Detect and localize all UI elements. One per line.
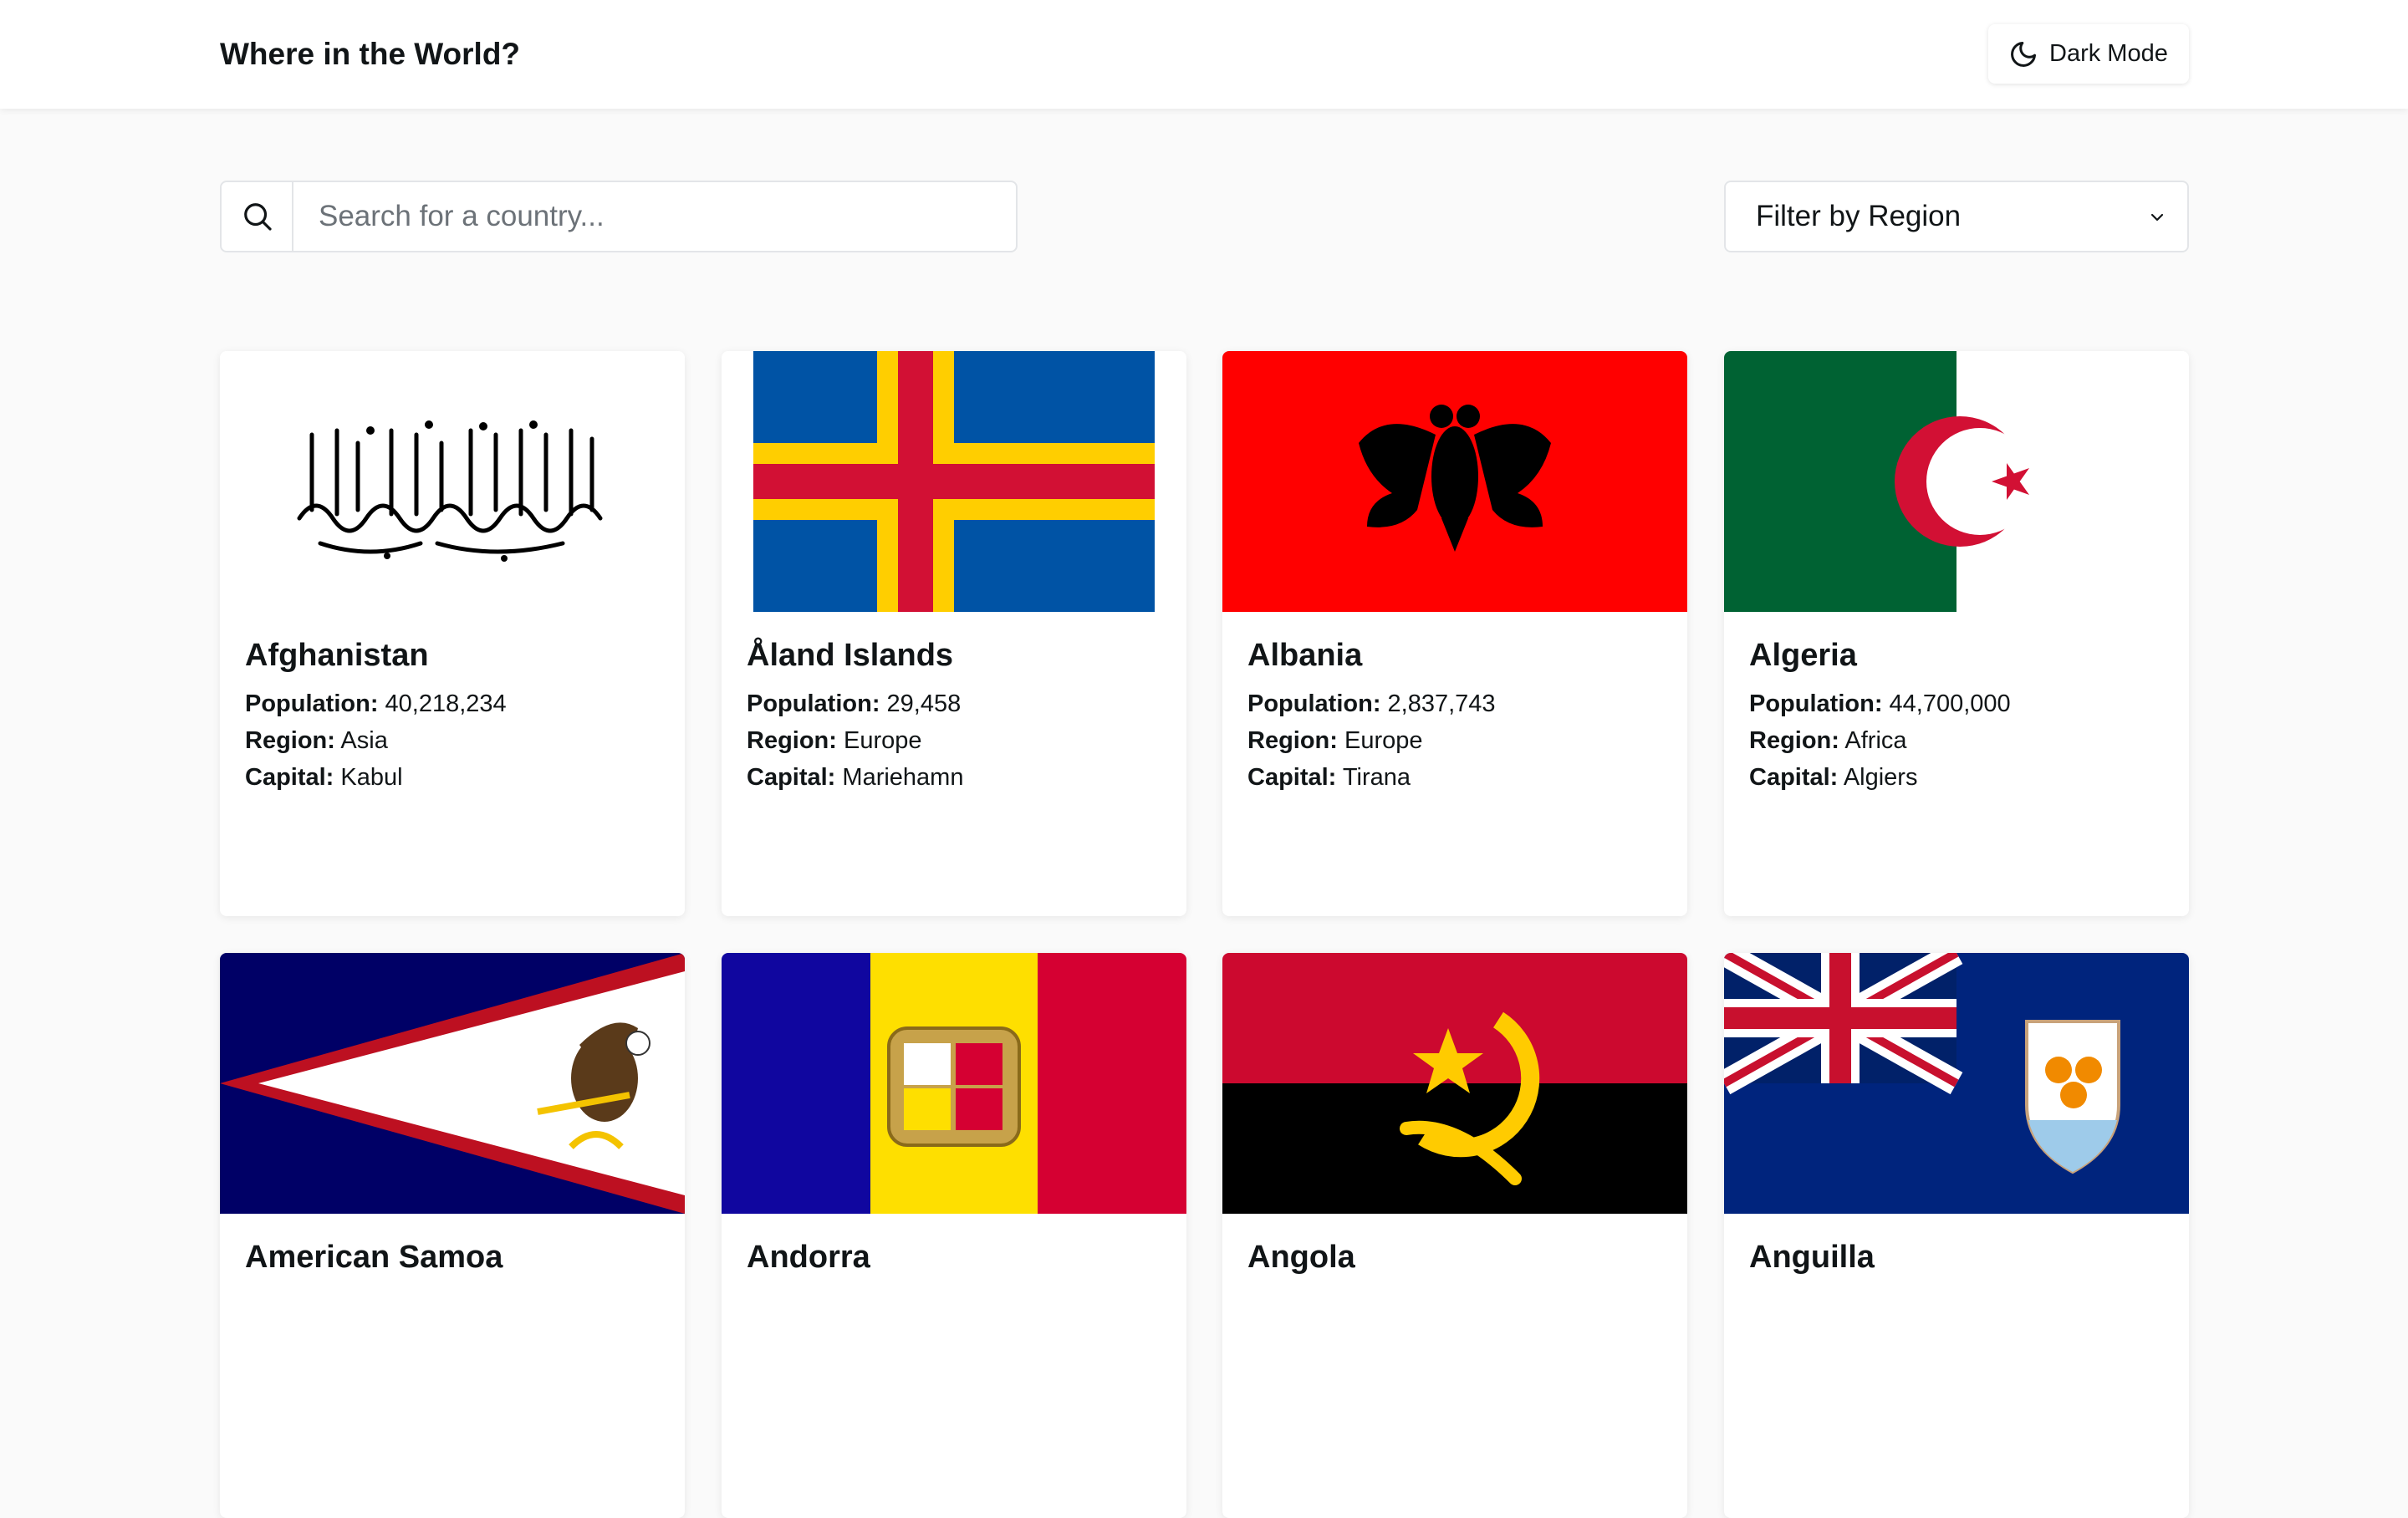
country-card-american-samoa[interactable]: American Samoa — [220, 953, 685, 1518]
country-name: Afghanistan — [245, 638, 429, 673]
population-row: Population: 2,837,743 — [1247, 685, 1496, 722]
capital-label: Capital: — [1749, 764, 1839, 791]
country-name: Angola — [1247, 1240, 1355, 1275]
algeria-flag-icon — [1724, 351, 2189, 612]
search-icon — [244, 203, 272, 231]
population-row: Population: 44,700,000 — [1749, 685, 2011, 722]
chevron-down-icon — [2150, 213, 2164, 222]
country-name: Åland Islands — [747, 638, 954, 673]
country-card-aland-islands[interactable]: Åland Islands Population: 29,458 Region:… — [722, 351, 1186, 916]
american-samoa-flag-icon — [220, 953, 685, 1214]
region-label: Region: — [245, 727, 335, 754]
albania-flag-icon — [1222, 351, 1687, 612]
country-card-afghanistan[interactable]: Afghanistan Population: 40,218,234 Regio… — [220, 351, 685, 916]
region-filter-label: Filter by Region — [1756, 200, 1962, 232]
region-value: Europe — [844, 727, 922, 754]
andorra-flag-icon — [722, 953, 1186, 1214]
country-name: Albania — [1247, 638, 1363, 673]
capital-row: Capital: Algiers — [1749, 759, 1917, 796]
capital-label: Capital: — [245, 764, 334, 791]
population-value: 44,700,000 — [1889, 690, 2011, 717]
region-row: Region: Africa — [1749, 722, 1907, 759]
population-value: 40,218,234 — [385, 690, 507, 717]
region-value: Africa — [1844, 727, 1907, 754]
population-value: 2,837,743 — [1387, 690, 1496, 717]
capital-row: Capital: Mariehamn — [747, 759, 963, 796]
country-name: Algeria — [1749, 638, 1857, 673]
region-label: Region: — [1749, 727, 1839, 754]
search-input[interactable] — [295, 182, 1014, 251]
capital-row: Capital: Tirana — [1247, 759, 1411, 796]
country-card-angola[interactable]: Angola — [1222, 953, 1687, 1518]
search-box — [220, 181, 1018, 252]
country-name: American Samoa — [245, 1240, 503, 1275]
moon-icon — [2011, 42, 2036, 67]
country-card-anguilla[interactable]: Anguilla — [1724, 953, 2189, 1518]
region-label: Region: — [747, 727, 837, 754]
aland-islands-flag-icon — [722, 351, 1186, 612]
region-label: Region: — [1247, 727, 1338, 754]
anguilla-flag-icon — [1724, 953, 2189, 1214]
region-value: Asia — [340, 727, 388, 754]
app-header: Where in the World? Dark Mode — [0, 0, 2408, 109]
angola-flag-icon — [1222, 953, 1687, 1214]
capital-value: Tirana — [1342, 764, 1411, 791]
country-name: Andorra — [747, 1240, 870, 1275]
capital-value: Mariehamn — [842, 764, 964, 791]
region-row: Region: Europe — [1247, 722, 1423, 759]
country-card-algeria[interactable]: Algeria Population: 44,700,000 Region: A… — [1724, 351, 2189, 916]
dark-mode-label: Dark Mode — [2049, 40, 2168, 67]
capital-value: Kabul — [340, 764, 403, 791]
population-row: Population: 29,458 — [747, 685, 961, 722]
search-button[interactable] — [222, 182, 293, 251]
app-title: Where in the World? — [220, 37, 521, 71]
region-filter-select[interactable]: Filter by Region — [1724, 181, 2189, 252]
population-value: 29,458 — [886, 690, 962, 717]
afghanistan-flag-icon — [220, 351, 685, 612]
population-label: Population: — [747, 690, 880, 717]
population-label: Population: — [245, 690, 379, 717]
population-label: Population: — [1247, 690, 1381, 717]
region-row: Region: Europe — [747, 722, 922, 759]
region-row: Region: Asia — [245, 722, 388, 759]
capital-label: Capital: — [1247, 764, 1337, 791]
capital-row: Capital: Kabul — [245, 759, 403, 796]
country-card-albania[interactable]: Albania Population: 2,837,743 Region: Eu… — [1222, 351, 1687, 916]
country-name: Anguilla — [1749, 1240, 1875, 1275]
country-card-andorra[interactable]: Andorra — [722, 953, 1186, 1518]
capital-value: Algiers — [1843, 764, 1918, 791]
population-row: Population: 40,218,234 — [245, 685, 507, 722]
capital-label: Capital: — [747, 764, 836, 791]
region-value: Europe — [1344, 727, 1423, 754]
population-label: Population: — [1749, 690, 1883, 717]
dark-mode-toggle-button[interactable]: Dark Mode — [1988, 24, 2189, 84]
